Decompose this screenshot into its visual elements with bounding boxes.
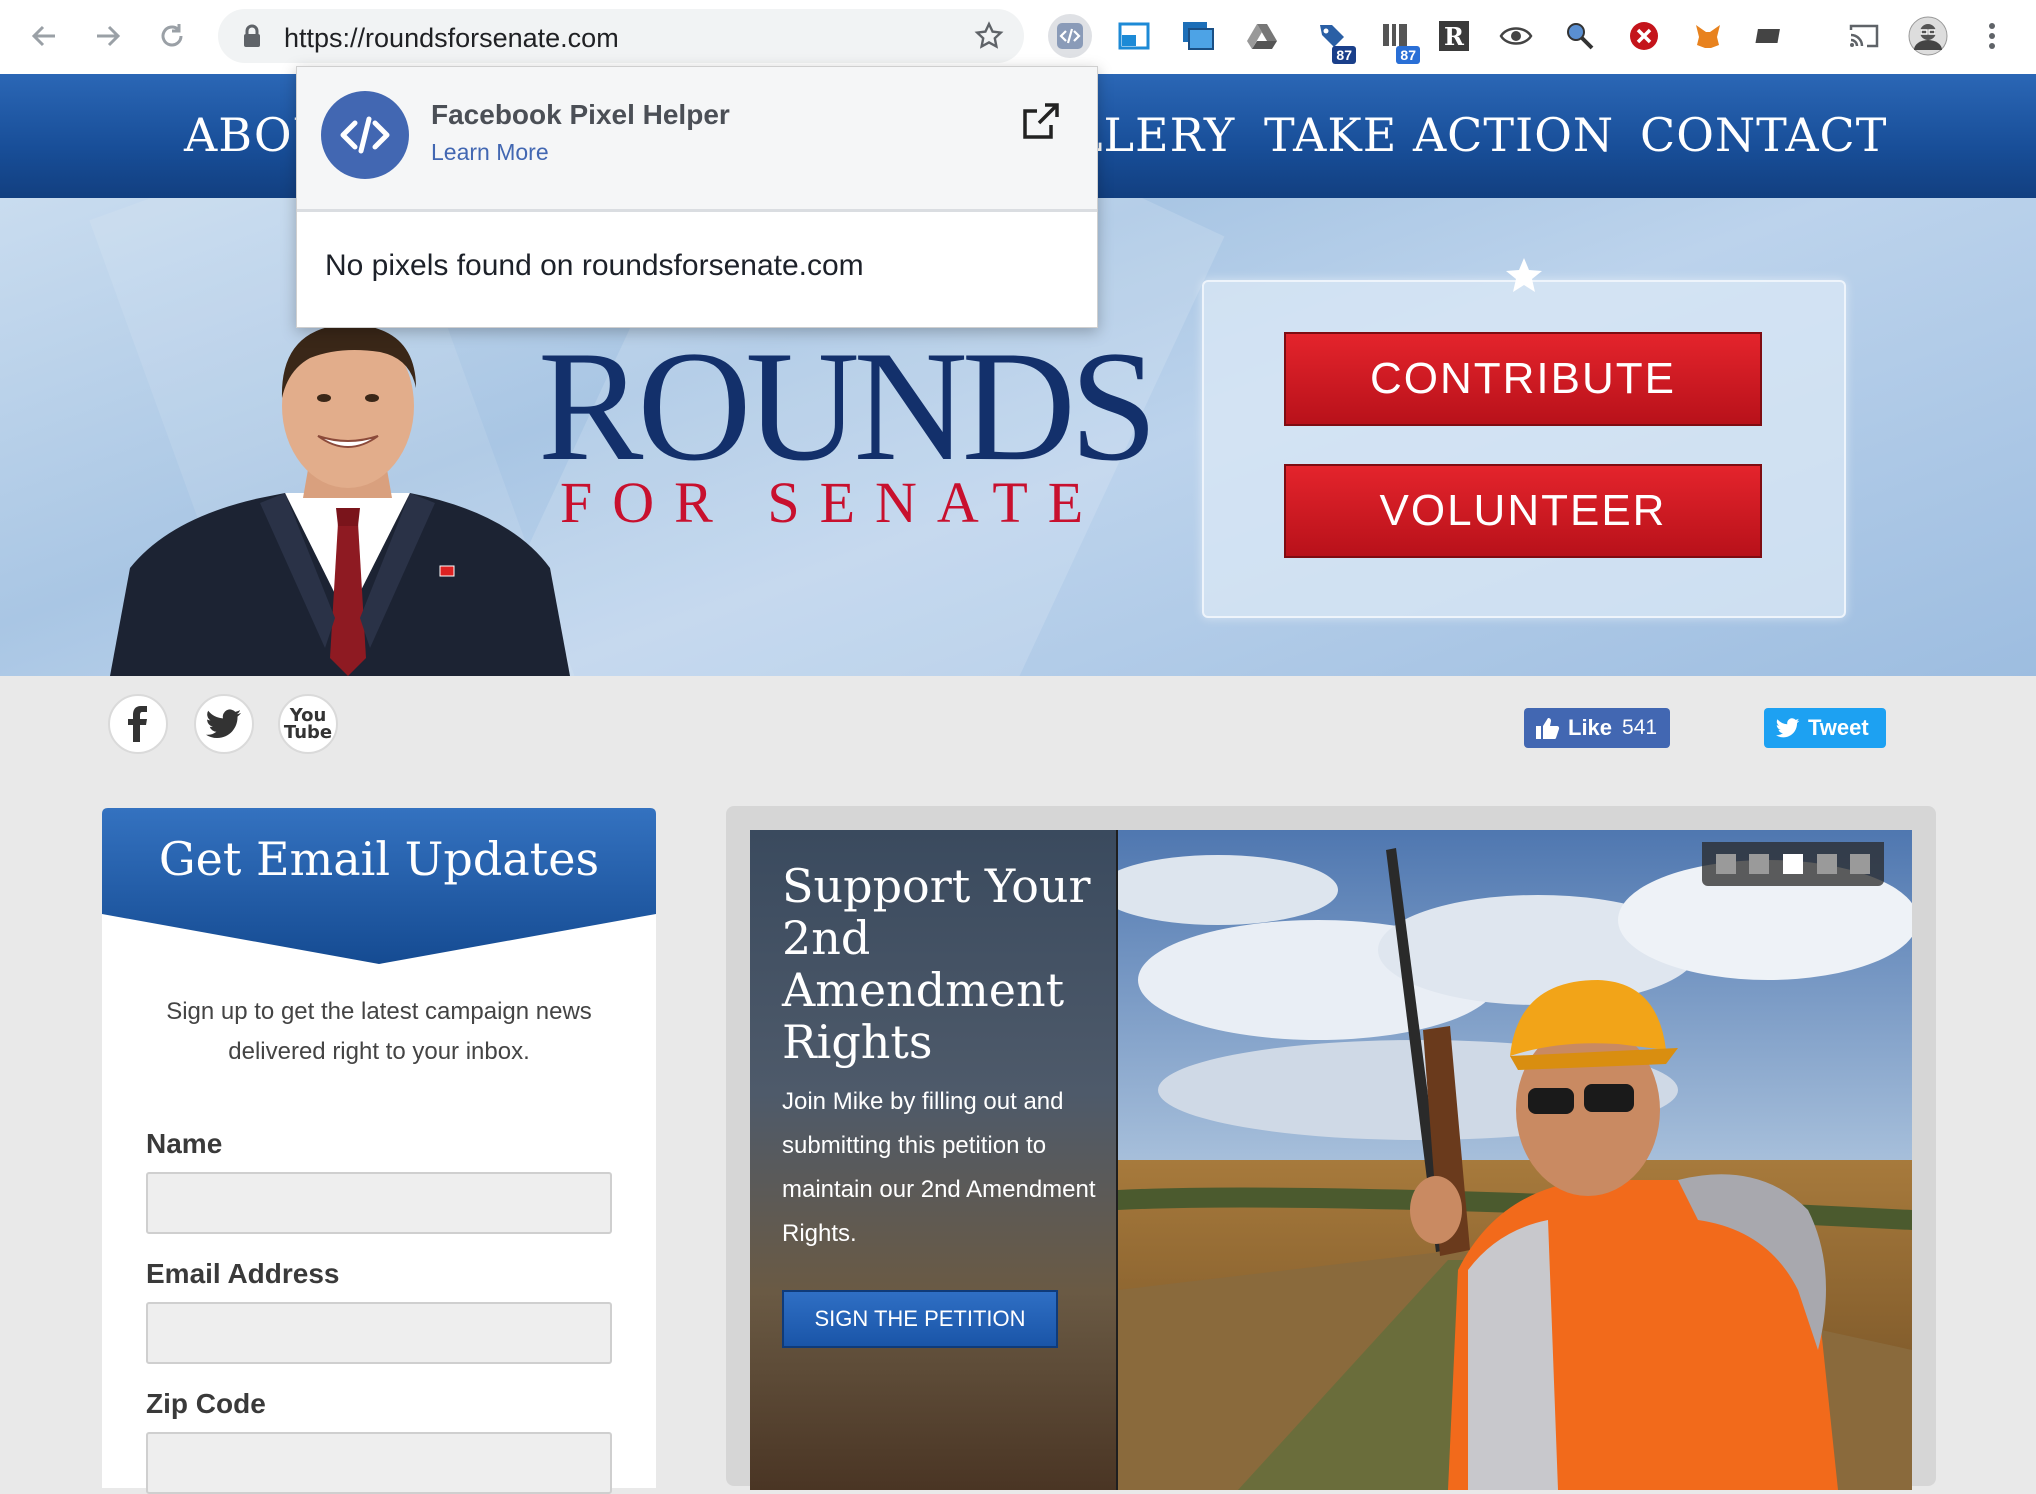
eye-icon: [1499, 27, 1533, 45]
nav-contact[interactable]: CONTACT: [1640, 108, 1887, 162]
slider-dot[interactable]: [1816, 854, 1837, 874]
learn-more-link[interactable]: Learn More: [431, 139, 549, 166]
hunter-photo: [1118, 830, 1912, 1490]
screen-extension[interactable]: [1748, 14, 1792, 58]
facebook-like-button[interactable]: Like 541: [1524, 708, 1670, 748]
window-icon: [1118, 22, 1150, 50]
popup-header: Facebook Pixel Helper Learn More: [297, 67, 1097, 212]
slider-dot[interactable]: [1715, 854, 1736, 874]
zip-label: Zip Code: [146, 1388, 266, 1419]
browser-menu-button[interactable]: [1970, 14, 2014, 58]
email-panel-title: Get Email Updates: [158, 832, 600, 886]
screenshot-icon: [1183, 22, 1214, 50]
sign-petition-button[interactable]: SIGN THE PETITION: [782, 1290, 1058, 1348]
twitter-bird-icon: [1776, 718, 1800, 738]
external-link-icon[interactable]: [1021, 101, 1061, 141]
screen-icon: [1755, 29, 1780, 43]
popup-title: Facebook Pixel Helper: [431, 99, 730, 130]
volunteer-button[interactable]: VOLUNTEER: [1284, 464, 1762, 558]
address-bar[interactable]: https://roundsforsenate.com: [218, 9, 1024, 63]
tweet-label: Tweet: [1808, 715, 1869, 740]
tag-badge: 87: [1332, 46, 1356, 64]
star-icon: [1506, 258, 1542, 292]
drive-extension[interactable]: [1240, 14, 1284, 58]
campaign-logo-tagline: FOR SENATE: [560, 470, 1104, 535]
tag-extension[interactable]: 87: [1310, 14, 1356, 64]
eye-extension[interactable]: [1494, 14, 1538, 58]
screenshot-extension[interactable]: [1176, 14, 1220, 58]
facebook-link[interactable]: [108, 694, 168, 754]
pixel-helper-popup: Facebook Pixel Helper Learn More No pixe…: [296, 66, 1098, 328]
email-signup-panel: Get Email Updates Sign up to get the lat…: [102, 808, 656, 1494]
drive-icon: [1247, 24, 1277, 49]
reload-button[interactable]: [150, 14, 194, 58]
tracker-badge: 87: [1396, 46, 1420, 64]
twitter-icon: [206, 709, 241, 738]
magnifier-extension[interactable]: [1558, 14, 1602, 58]
back-arrow-icon: [31, 25, 55, 47]
nav-take-action[interactable]: TAKE ACTION: [1264, 108, 1614, 162]
bookmark-star-icon[interactable]: [974, 21, 1004, 51]
code-brackets-icon: [1057, 23, 1083, 49]
forward-button[interactable]: [86, 14, 130, 58]
youtube-icon: You Tube: [283, 705, 333, 743]
kebab-menu-icon: [1989, 23, 1995, 49]
slide-text-panel: Support Your 2nd Amendment Rights Join M…: [750, 830, 1118, 1490]
slider-pagination: [1702, 842, 1884, 886]
email-input[interactable]: [146, 1302, 612, 1364]
slider-dot[interactable]: [1749, 854, 1770, 874]
back-button[interactable]: [22, 14, 66, 58]
slide-title: Support Your 2nd Amendment Rights: [782, 859, 1091, 1069]
contribute-button[interactable]: CONTRIBUTE: [1284, 332, 1762, 426]
featured-slide: Support Your 2nd Amendment Rights Join M…: [750, 830, 1912, 1490]
metamask-extension[interactable]: [1686, 14, 1730, 58]
candidate-photo: [110, 324, 570, 676]
blocker-icon: [1630, 22, 1658, 50]
name-label: Name: [146, 1128, 223, 1159]
tweet-button[interactable]: Tweet: [1764, 708, 1886, 748]
url-text: https://roundsforsenate.com: [284, 23, 619, 53]
fox-icon: [1696, 25, 1720, 48]
magnifier-icon: [1567, 23, 1594, 50]
window-extension[interactable]: [1112, 14, 1156, 58]
tracker-extension[interactable]: 87: [1374, 14, 1420, 64]
email-label: Email Address: [146, 1258, 340, 1289]
zip-input[interactable]: [146, 1432, 612, 1494]
popup-message: No pixels found on roundsforsenate.com: [325, 249, 864, 282]
facebook-pixel-helper-extension[interactable]: [1048, 14, 1092, 58]
profile-avatar[interactable]: [1906, 14, 1950, 58]
facebook-icon: [128, 706, 147, 742]
slider-dot[interactable]: [1782, 854, 1803, 874]
forward-arrow-icon: [97, 25, 121, 47]
browser-toolbar: https://roundsforsenate.com 87 87 R: [0, 0, 2036, 75]
cast-button[interactable]: [1842, 14, 1886, 58]
thumbs-up-icon: [1536, 718, 1560, 739]
slider-dot[interactable]: [1850, 854, 1871, 874]
reload-icon: [161, 24, 183, 47]
name-input[interactable]: [146, 1172, 612, 1234]
pixel-helper-logo: [321, 91, 409, 179]
campaign-logo-name: ROUNDS: [538, 319, 1158, 494]
lock-icon: [244, 24, 260, 47]
youtube-link[interactable]: You Tube: [278, 694, 338, 754]
twitter-link[interactable]: [194, 694, 254, 754]
like-label: Like: [1568, 715, 1613, 740]
like-count: 541: [1622, 716, 1658, 739]
readability-extension[interactable]: R: [1432, 14, 1476, 58]
code-brackets-icon: [340, 116, 390, 154]
avatar-icon: [1908, 16, 1948, 56]
cast-icon: [1849, 24, 1879, 48]
slide-body: Join Mike by filling out and submitting …: [782, 1088, 1096, 1247]
readability-r-icon: R: [1439, 21, 1469, 51]
email-panel-description: Sign up to get the latest campaign news …: [166, 998, 592, 1065]
blocker-extension[interactable]: [1622, 14, 1666, 58]
call-to-action-panel: CONTRIBUTE VOLUNTEER: [1202, 258, 1846, 618]
